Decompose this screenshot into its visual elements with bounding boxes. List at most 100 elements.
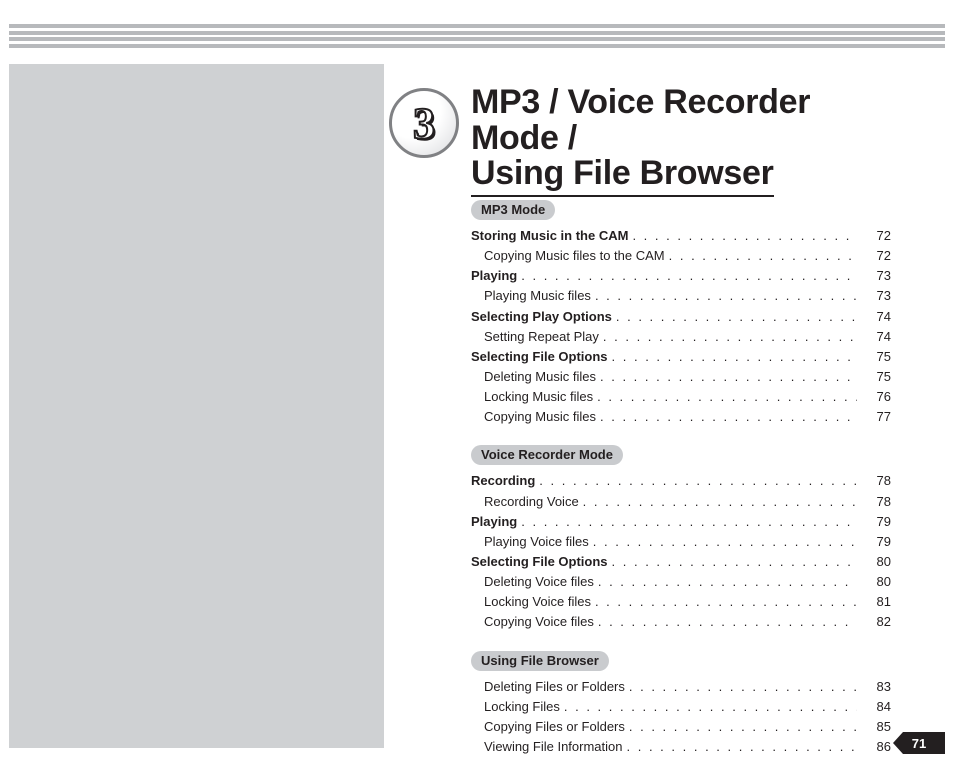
- toc-entry-title: Storing Music in the CAM: [471, 226, 628, 246]
- toc-leader-dots: [612, 552, 857, 572]
- toc-section: Voice Recorder ModeRecording78Recording …: [471, 445, 891, 632]
- toc-row: Deleting Files or Folders83: [471, 677, 891, 697]
- toc-entry-title: Selecting Play Options: [471, 307, 612, 327]
- toc-section: MP3 ModeStoring Music in the CAM72Copyin…: [471, 200, 891, 427]
- section-label: MP3 Mode: [471, 200, 555, 220]
- toc-row: Selecting File Options 75: [471, 347, 891, 367]
- toc-leader-dots: [521, 512, 857, 532]
- toc-row: Recording Voice 78: [471, 492, 891, 512]
- toc-leader-dots: [612, 347, 857, 367]
- toc-row: Playing Music files 73: [471, 286, 891, 306]
- toc-leader-dots: [597, 387, 857, 407]
- toc-leader-dots: [632, 226, 857, 246]
- chapter-title-line2: Using File Browser: [471, 156, 774, 197]
- toc-entry-page: 76: [861, 387, 891, 407]
- toc-entry-page: 75: [861, 347, 891, 367]
- toc-row: Selecting File Options 80: [471, 552, 891, 572]
- toc-entry-page: 86: [861, 737, 891, 757]
- stripe: [9, 31, 945, 35]
- toc-entry-page: 78: [861, 492, 891, 512]
- toc-row: Recording 78: [471, 471, 891, 491]
- toc-leader-dots: [616, 307, 857, 327]
- toc-row: Copying Voice files 82: [471, 612, 891, 632]
- toc-entry-page: 84: [861, 697, 891, 717]
- toc-leader-dots: [593, 532, 857, 552]
- toc-row: Locking Voice files81: [471, 592, 891, 612]
- toc-entry-page: 72: [861, 226, 891, 246]
- toc-row: Copying Music files to the CAM 72: [471, 246, 891, 266]
- toc-entry-title: Deleting Voice files: [484, 572, 594, 592]
- section-label: Voice Recorder Mode: [471, 445, 623, 465]
- toc-row: Locking Files 84: [471, 697, 891, 717]
- toc-entry-title: Recording: [471, 471, 535, 491]
- toc-entry-title: Playing Music files: [484, 286, 591, 306]
- toc-leader-dots: [600, 367, 857, 387]
- toc-leader-dots: [583, 492, 857, 512]
- toc-entry-title: Playing: [471, 266, 517, 286]
- toc-entry-title: Viewing File Information: [484, 737, 623, 757]
- toc-entry-title: Copying Voice files: [484, 612, 594, 632]
- toc-entry-page: 73: [861, 286, 891, 306]
- chapter-title: MP3 / Voice Recorder Mode / Using File B…: [471, 85, 894, 197]
- toc-entry-title: Setting Repeat Play: [484, 327, 599, 347]
- chapter-title-line1: MP3 / Voice Recorder Mode /: [471, 85, 894, 156]
- toc-row: Viewing File Information 86: [471, 737, 891, 757]
- toc-leader-dots: [564, 697, 857, 717]
- toc-entry-title: Copying Files or Folders: [484, 717, 625, 737]
- toc-entry-title: Selecting File Options: [471, 552, 608, 572]
- toc-leader-dots: [603, 327, 857, 347]
- toc-leader-dots: [521, 266, 857, 286]
- toc-entry-title: Recording Voice: [484, 492, 579, 512]
- chapter-number: 3: [389, 88, 459, 158]
- toc-entry-title: Locking Music files: [484, 387, 593, 407]
- toc-entry-title: Playing Voice files: [484, 532, 589, 552]
- page-number: 71: [912, 736, 926, 751]
- toc-entry-title: Playing: [471, 512, 517, 532]
- toc-row: Deleting Music files 75: [471, 367, 891, 387]
- toc-leader-dots: [539, 471, 857, 491]
- left-grey-panel: [9, 64, 390, 748]
- stripe: [9, 24, 945, 28]
- toc-row: Playing 73: [471, 266, 891, 286]
- toc-entry-page: 74: [861, 307, 891, 327]
- toc-leader-dots: [600, 407, 857, 427]
- toc-leader-dots: [598, 612, 857, 632]
- toc-leader-dots: [595, 592, 857, 612]
- toc-entry-page: 82: [861, 612, 891, 632]
- chapter-number-badge: 3 3: [389, 88, 459, 158]
- page: 3 3 MP3 / Voice Recorder Mode / Using Fi…: [0, 0, 954, 779]
- toc-leader-dots: [598, 572, 857, 592]
- toc-entry-title: Copying Music files to the CAM: [484, 246, 665, 266]
- toc-row: Setting Repeat Play 74: [471, 327, 891, 347]
- toc-row: Deleting Voice files 80: [471, 572, 891, 592]
- toc-entry-title: Deleting Music files: [484, 367, 596, 387]
- stripe: [9, 44, 945, 48]
- toc-entry-title: Selecting File Options: [471, 347, 608, 367]
- toc-row: Locking Music files 76: [471, 387, 891, 407]
- toc-section: Using File BrowserDeleting Files or Fold…: [471, 651, 891, 758]
- page-number-tab: 71: [893, 732, 945, 754]
- toc-row: Copying Files or Folders85: [471, 717, 891, 737]
- toc-entry-page: 73: [861, 266, 891, 286]
- toc-row: Playing Voice files 79: [471, 532, 891, 552]
- stripe: [9, 37, 945, 41]
- toc-entry-page: 80: [861, 572, 891, 592]
- toc-leader-dots: [595, 286, 857, 306]
- toc-entry-page: 79: [861, 512, 891, 532]
- toc-entry-title: Deleting Files or Folders: [484, 677, 625, 697]
- toc-entry-title: Locking Voice files: [484, 592, 591, 612]
- toc-leader-dots: [629, 677, 857, 697]
- toc-entry-title: Locking Files: [484, 697, 560, 717]
- toc-entry-page: 77: [861, 407, 891, 427]
- toc-leader-dots: [629, 717, 857, 737]
- toc-entry-page: 75: [861, 367, 891, 387]
- toc-entry-page: 79: [861, 532, 891, 552]
- toc-entry-page: 72: [861, 246, 891, 266]
- toc-row: Storing Music in the CAM 72: [471, 226, 891, 246]
- toc-row: Selecting Play Options 74: [471, 307, 891, 327]
- toc-entry-page: 78: [861, 471, 891, 491]
- toc-entry-page: 80: [861, 552, 891, 572]
- toc-entry-page: 74: [861, 327, 891, 347]
- table-of-contents: MP3 ModeStoring Music in the CAM72Copyin…: [471, 200, 891, 757]
- toc-row: Playing 79: [471, 512, 891, 532]
